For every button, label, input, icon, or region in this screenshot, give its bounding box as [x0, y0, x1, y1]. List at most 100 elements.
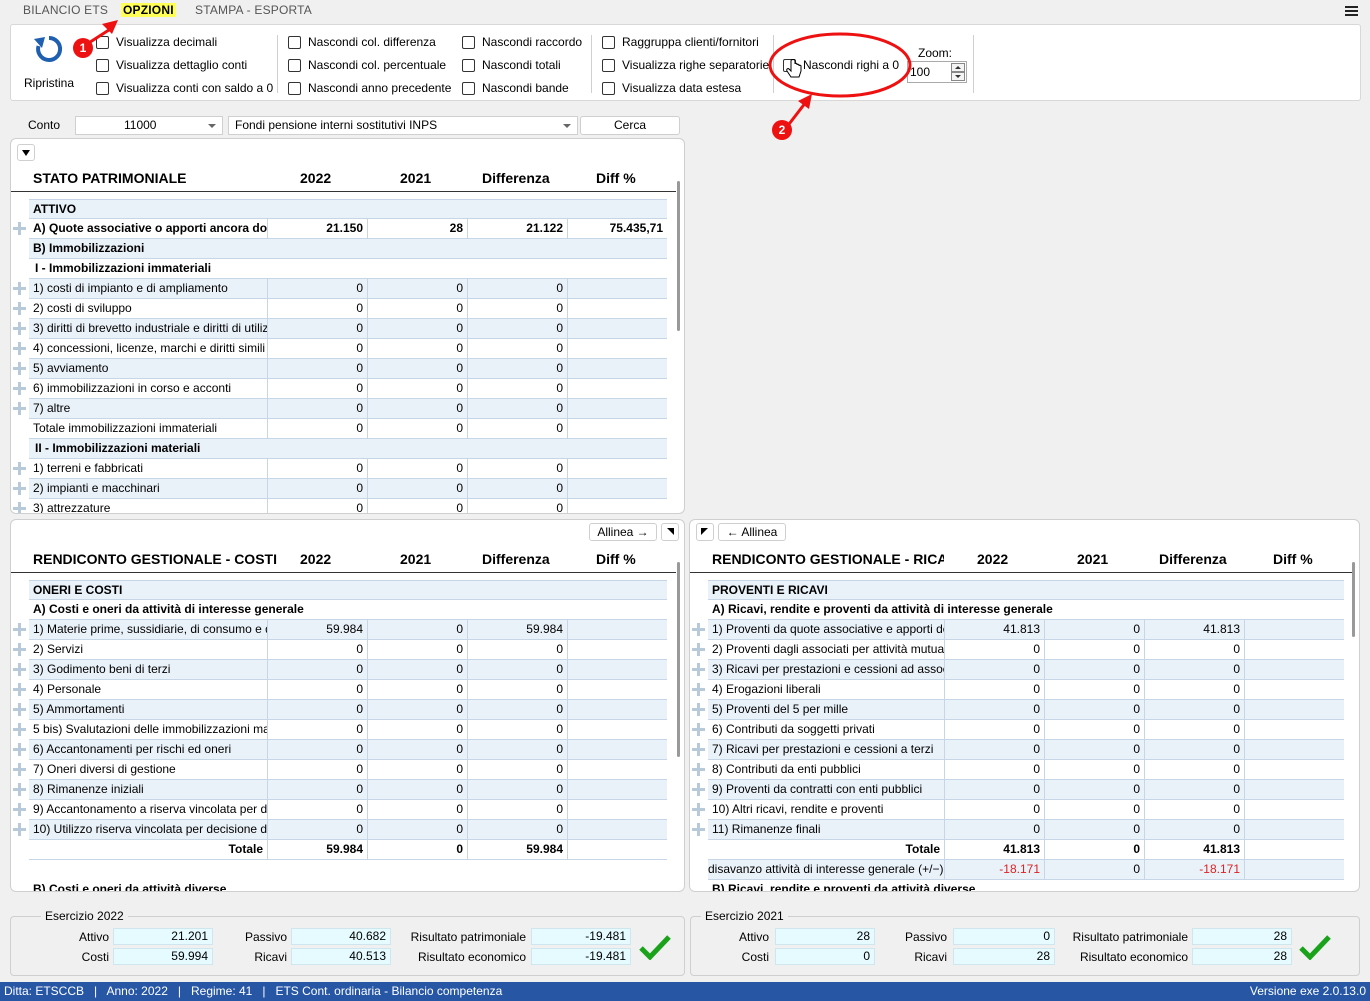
expand-row-icon[interactable]: [13, 783, 26, 796]
table-row[interactable]: 7) Oneri diversi di gestione 0 0 0: [13, 760, 667, 780]
table-row[interactable]: 11) Rimanenze finali 0 0 0: [692, 820, 1344, 840]
table-row[interactable]: 10) Altri ricavi, rendite e proventi 0 0 0: [692, 800, 1344, 820]
table-row[interactable]: 6) Accantonamenti per rischi ed oneri 0 0 0: [13, 740, 667, 760]
scrollbar[interactable]: [677, 562, 680, 757]
table-row[interactable]: B) Ricavi, rendite e proventi da attivit…: [708, 880, 1344, 891]
checkbox-righe-separatorie[interactable]: Visualizza righe separatorie: [602, 56, 769, 74]
tab-stampa-esporta[interactable]: STAMPA - ESPORTA: [195, 3, 312, 17]
expand-corner-button[interactable]: [696, 523, 714, 541]
table-row[interactable]: 8) Contributi da enti pubblici 0 0 0: [692, 760, 1344, 780]
table-row[interactable]: 5) avviamento 0 0 0: [13, 359, 667, 379]
checkbox-data-estesa[interactable]: Visualizza data estesa: [602, 79, 741, 97]
table-row[interactable]: 3) Godimento beni di terzi 0 0 0: [13, 660, 667, 680]
conto-name-select[interactable]: Fondi pensione interni sostitutivi INPS: [228, 116, 578, 135]
expand-row-icon[interactable]: [13, 663, 26, 676]
table-row[interactable]: 6) Contributi da soggetti privati 0 0 0: [692, 720, 1344, 740]
collapse-button[interactable]: [17, 144, 35, 161]
expand-row-icon[interactable]: [13, 322, 26, 335]
checkbox-visualizza-dettaglio[interactable]: Visualizza dettaglio conti: [96, 56, 247, 74]
table-row[interactable]: A) Quote associative o apporti ancora do…: [13, 219, 667, 239]
table-row[interactable]: 1) costi di impianto e di ampliamento 0 0 0: [13, 279, 667, 299]
table-row[interactable]: 2) Servizi 0 0 0: [13, 640, 667, 660]
checkbox-nascondi-percentuale[interactable]: Nascondi col. percentuale: [288, 56, 446, 74]
checkbox-raggruppa-clienti[interactable]: Raggruppa clienti/fornitori: [602, 33, 759, 51]
menu-icon[interactable]: [1345, 6, 1358, 16]
expand-row-icon[interactable]: [13, 763, 26, 776]
table-row[interactable]: 4) Erogazioni liberali 0 0 0: [692, 680, 1344, 700]
allinea-right-button[interactable]: Allinea →: [589, 523, 657, 541]
table-row[interactable]: PROVENTI E RICAVI: [708, 580, 1344, 600]
expand-row-icon[interactable]: [13, 823, 26, 836]
expand-corner-button[interactable]: [661, 523, 679, 541]
zoom-spinner[interactable]: 100: [907, 61, 967, 83]
checkbox-nascondi-anno-prec[interactable]: Nascondi anno precedente: [288, 79, 451, 97]
expand-row-icon[interactable]: [692, 763, 705, 776]
reset-button[interactable]: Ripristina: [23, 31, 74, 91]
zoom-up-button[interactable]: [951, 63, 965, 72]
table-row[interactable]: ONERI E COSTI: [29, 580, 667, 600]
table-row[interactable]: 9) Accantonamento a riserva vincolata pe…: [13, 800, 667, 820]
expand-row-icon[interactable]: [13, 723, 26, 736]
table-row[interactable]: I - Immobilizzazioni immateriali: [29, 259, 667, 279]
table-row[interactable]: 7) Ricavi per prestazioni e cessioni a t…: [692, 740, 1344, 760]
expand-row-icon[interactable]: [13, 803, 26, 816]
expand-row-icon[interactable]: [13, 282, 26, 295]
expand-row-icon[interactable]: [13, 743, 26, 756]
zoom-value[interactable]: 100: [910, 65, 930, 79]
expand-row-icon[interactable]: [692, 663, 705, 676]
expand-row-icon[interactable]: [13, 502, 26, 513]
table-row[interactable]: 1) terreni e fabbricati 0 0 0: [13, 459, 667, 479]
expand-row-icon[interactable]: [13, 382, 26, 395]
expand-row-icon[interactable]: [692, 783, 705, 796]
table-row[interactable]: A) Costi e oneri da attività di interess…: [29, 600, 667, 620]
table-row[interactable]: B) Immobilizzazioni: [29, 239, 667, 259]
table-row[interactable]: 9) Proventi da contratti con enti pubbli…: [692, 780, 1344, 800]
expand-row-icon[interactable]: [13, 703, 26, 716]
expand-row-icon[interactable]: [692, 803, 705, 816]
table-row[interactable]: 5) Ammortamenti 0 0 0: [13, 700, 667, 720]
table-row[interactable]: 1) Materie prime, sussidiarie, di consum…: [13, 620, 667, 640]
table-row[interactable]: Totale immobilizzazioni immateriali 0 0 0: [29, 419, 667, 439]
checkbox-nascondi-bande[interactable]: Nascondi bande: [462, 79, 569, 97]
table-row[interactable]: 7) altre 0 0 0: [13, 399, 667, 419]
expand-row-icon[interactable]: [692, 703, 705, 716]
expand-row-icon[interactable]: [692, 623, 705, 636]
checkbox-nascondi-raccordo[interactable]: Nascondi raccordo: [462, 33, 582, 51]
table-row[interactable]: 2) costi di sviluppo 0 0 0: [13, 299, 667, 319]
expand-row-icon[interactable]: [13, 643, 26, 656]
table-row[interactable]: 1) Proventi da quote associative e appor…: [692, 620, 1344, 640]
table-row[interactable]: 3) attrezzature 0 0 0: [13, 499, 667, 513]
expand-row-icon[interactable]: [692, 683, 705, 696]
table-row[interactable]: 2) impianti e macchinari 0 0 0: [13, 479, 667, 499]
table-row[interactable]: 5) Proventi del 5 per mille 0 0 0: [692, 700, 1344, 720]
expand-row-icon[interactable]: [13, 462, 26, 475]
table-row[interactable]: B) Costi e oneri da attività diverse: [29, 880, 667, 891]
scrollbar[interactable]: [677, 181, 680, 331]
checkbox-visualizza-decimali[interactable]: Visualizza decimali: [96, 33, 217, 51]
table-row[interactable]: II - Immobilizzazioni materiali: [29, 439, 667, 459]
table-row[interactable]: 3) diritti di brevetto industriale e dir…: [13, 319, 667, 339]
table-row[interactable]: disavanzo attività di interesse generale…: [708, 860, 1344, 880]
table-row[interactable]: 4) Personale 0 0 0: [13, 680, 667, 700]
table-row[interactable]: 3) Ricavi per prestazioni e cessioni ad …: [692, 660, 1344, 680]
table-row[interactable]: 2) Proventi dagli associati per attività…: [692, 640, 1344, 660]
table-row[interactable]: 8) Rimanenze iniziali 0 0 0: [13, 780, 667, 800]
table-row[interactable]: 5 bis) Svalutazioni delle immobilizzazio…: [13, 720, 667, 740]
table-row[interactable]: A) Ricavi, rendite e proventi da attivit…: [708, 600, 1344, 620]
table-row[interactable]: 10) Utilizzo riserva vincolata per decis…: [13, 820, 667, 840]
expand-row-icon[interactable]: [13, 482, 26, 495]
expand-row-icon[interactable]: [13, 623, 26, 636]
expand-row-icon[interactable]: [13, 402, 26, 415]
expand-row-icon[interactable]: [13, 222, 26, 235]
tab-opzioni[interactable]: OPZIONI: [121, 3, 176, 17]
allinea-left-button[interactable]: ← Allinea: [718, 523, 786, 541]
expand-row-icon[interactable]: [13, 683, 26, 696]
checkbox-nascondi-totali[interactable]: Nascondi totali: [462, 56, 561, 74]
cerca-button[interactable]: Cerca: [580, 116, 680, 135]
table-row[interactable]: Totale 59.984 0 59.984: [29, 840, 667, 860]
checkbox-nascondi-differenza[interactable]: Nascondi col. differenza: [288, 33, 436, 51]
expand-row-icon[interactable]: [692, 723, 705, 736]
checkbox-conti-saldo-zero[interactable]: Visualizza conti con saldo a 0: [96, 79, 273, 97]
expand-row-icon[interactable]: [13, 362, 26, 375]
expand-row-icon[interactable]: [13, 342, 26, 355]
